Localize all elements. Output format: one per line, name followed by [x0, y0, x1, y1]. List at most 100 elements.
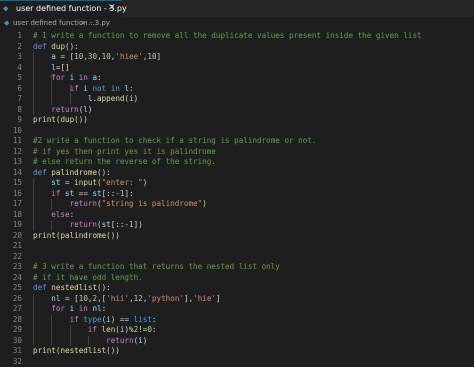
- code-line[interactable]: 31print(nestedlist()): [0, 346, 474, 357]
- code-line[interactable]: 7 l.append(i): [0, 94, 474, 105]
- code-token: return: [33, 199, 97, 208]
- code-line[interactable]: 32: [0, 357, 474, 367]
- code-line[interactable]: 12# if yes then print yes it is palindro…: [0, 147, 474, 158]
- code-token: dup: [51, 42, 65, 51]
- code-token: )%: [124, 325, 133, 334]
- code-token: ]: [216, 294, 221, 303]
- code-line[interactable]: 4 l=[]: [0, 63, 474, 74]
- code-text: st = input("enter: "): [33, 178, 147, 189]
- code-text: return(l): [33, 105, 92, 116]
- code-line[interactable]: 25def nestedlist():: [0, 283, 474, 294]
- code-token: = [: [60, 294, 78, 303]
- line-number: 31: [0, 346, 22, 357]
- tab-user-defined-function-3[interactable]: ◆ user defined function - 3.py ✕: [0, 0, 122, 17]
- code-line[interactable]: 19 return(st[::-1]): [0, 220, 474, 231]
- code-line[interactable]: 15 st = input("enter: "): [0, 178, 474, 189]
- line-number: 11: [0, 136, 22, 147]
- line-number: 8: [0, 105, 22, 116]
- code-line[interactable]: 13# else return the reverse of the strin…: [0, 157, 474, 168]
- indent-guide: [51, 199, 52, 210]
- line-number: 15: [0, 178, 22, 189]
- code-token: # if yes then print yes it is palindrome: [33, 147, 216, 156]
- line-number: 28: [0, 315, 22, 326]
- code-token: ():: [97, 168, 111, 177]
- code-text: a = [10,30,10,'hiee',10]: [33, 52, 161, 63]
- line-number: 9: [0, 115, 22, 126]
- code-token: ():: [65, 42, 79, 51]
- code-line[interactable]: 6 if i not in l:: [0, 84, 474, 95]
- indent-guide: [51, 220, 52, 231]
- indent-guide: [33, 52, 34, 115]
- code-token: 10: [147, 52, 156, 61]
- code-line[interactable]: 16 if st == st[::-1]:: [0, 189, 474, 200]
- code-token: input: [74, 178, 97, 187]
- code-line[interactable]: 24# if it have odd length.: [0, 273, 474, 284]
- code-token: ]: [157, 52, 162, 61]
- line-number: 5: [0, 73, 22, 84]
- code-line[interactable]: 3 a = [10,30,10,'hiee',10]: [0, 52, 474, 63]
- code-line[interactable]: 14def palindrome():: [0, 168, 474, 179]
- code-token: [33, 94, 88, 103]
- code-text: #2 write a function to check if a string…: [33, 136, 316, 147]
- breadcrumb-file[interactable]: user defined function - 3.py: [13, 17, 110, 29]
- code-token: 'hii': [106, 294, 129, 303]
- line-number: 17: [0, 199, 22, 210]
- code-line[interactable]: 1 # 1 write a function to remove all the …: [0, 31, 474, 42]
- line-number: 1: [0, 31, 22, 42]
- code-line[interactable]: 26 nl = [10,2,['hii',12,'python'],'hie']: [0, 294, 474, 305]
- code-line[interactable]: 8 return(l): [0, 105, 474, 116]
- code-text: print(palindrome()): [33, 231, 120, 242]
- code-token: 'python': [147, 294, 184, 303]
- code-token: type: [83, 315, 101, 324]
- breadcrumb-more[interactable]: ...: [88, 17, 95, 29]
- code-text: def nestedlist():: [33, 283, 111, 294]
- code-line[interactable]: 5 for i in a:: [0, 73, 474, 84]
- breadcrumb: ◆ user defined function - 3.py > ...: [0, 17, 474, 29]
- code-line[interactable]: 27 for i in nl:: [0, 304, 474, 315]
- code-token: [33, 294, 51, 303]
- line-number: 2: [0, 42, 22, 53]
- code-token: nl: [92, 304, 101, 313]
- code-token: ) ==: [111, 315, 134, 324]
- line-number: 3: [0, 52, 22, 63]
- line-number: 10: [0, 126, 22, 137]
- line-number: 18: [0, 210, 22, 221]
- code-token: # 1 write a function to remove all the d…: [33, 31, 422, 40]
- code-token: palindrome: [51, 168, 97, 177]
- code-line[interactable]: 23# 3 write a function that returns the …: [0, 262, 474, 273]
- code-line[interactable]: 20print(palindrome()): [0, 231, 474, 242]
- tab-bar: ◆ user defined function - 3.py ✕: [0, 0, 474, 17]
- code-token: =[]: [56, 63, 70, 72]
- code-token: ): [134, 94, 139, 103]
- code-text: l.append(i): [33, 94, 138, 105]
- code-token: ]): [134, 220, 143, 229]
- code-token: if: [33, 315, 83, 324]
- code-line[interactable]: 9print(dup()): [0, 115, 474, 126]
- code-line[interactable]: 17 return("string is palindrome"): [0, 199, 474, 210]
- code-token: 'hie': [193, 294, 216, 303]
- code-token: :: [152, 325, 157, 334]
- code-editor[interactable]: 1 # 1 write a function to remove all the …: [0, 29, 474, 354]
- indent-guide: [33, 178, 34, 231]
- code-token: nestedlist: [51, 283, 97, 292]
- code-text: for i in nl:: [33, 304, 106, 315]
- line-number: 16: [0, 189, 22, 200]
- code-line[interactable]: 28 if type(i) == list:: [0, 315, 474, 326]
- indent-guide: [70, 325, 71, 346]
- code-text: for i in a:: [33, 73, 102, 84]
- indent-guide: [70, 84, 71, 105]
- code-line[interactable]: 30 return(i): [0, 336, 474, 347]
- code-token: append: [97, 94, 124, 103]
- code-line[interactable]: 11 #2 write a function to check if a stri…: [0, 136, 474, 147]
- code-line[interactable]: 22: [0, 252, 474, 263]
- code-line[interactable]: 2def dup():: [0, 42, 474, 53]
- code-token: ()): [106, 231, 120, 240]
- code-token: ): [202, 199, 207, 208]
- code-token: 'hiee': [115, 52, 142, 61]
- close-icon[interactable]: ✕: [108, 2, 116, 15]
- code-token: if: [33, 189, 65, 198]
- code-line[interactable]: 10: [0, 126, 474, 137]
- code-line[interactable]: 29 if len(i)%2!=0:: [0, 325, 474, 336]
- code-line[interactable]: 18 else:: [0, 210, 474, 221]
- code-line[interactable]: 21: [0, 241, 474, 252]
